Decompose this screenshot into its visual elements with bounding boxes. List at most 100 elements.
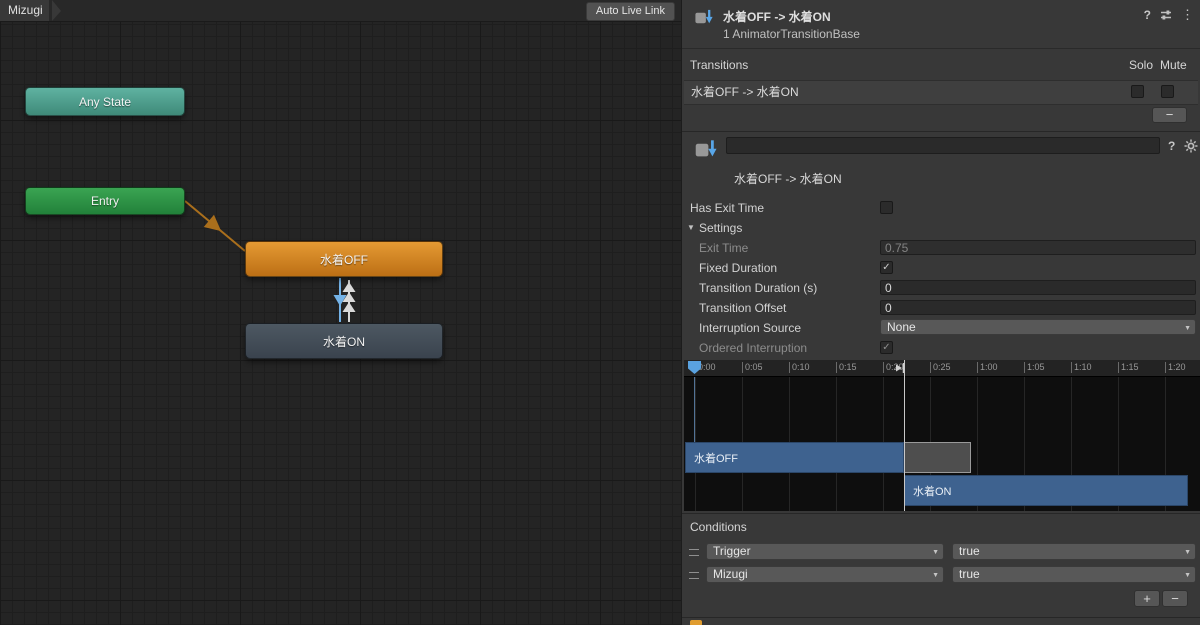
inspector-subtitle: 1 AnimatorTransitionBase xyxy=(723,27,860,41)
divider xyxy=(682,131,1200,132)
unity-animator-window: Any State Entry 水着OFF 水着ON Mizugi Auto L… xyxy=(0,0,1200,625)
inspector-title: 水着OFF -> 水着ON xyxy=(723,10,831,24)
remove-condition-button[interactable]: − xyxy=(1162,590,1188,607)
timeline-bar-label: 水着ON xyxy=(913,485,952,498)
transition-properties: Has Exit Time ▼ Settings Exit Time Fixed… xyxy=(682,198,1200,358)
timeline-tick: 0:15 xyxy=(836,362,857,373)
inspector-header: 水着OFF -> 水着ON 1 AnimatorTransitionBase ?… xyxy=(682,0,1200,49)
timeline-ruler[interactable]: 0:00 0:05 0:10 0:15 0:20 0:25 1:00 1:05 … xyxy=(684,360,1200,377)
gear-icon[interactable] xyxy=(1184,139,1198,153)
node-label: Entry xyxy=(90,194,119,208)
transition-name-field[interactable] xyxy=(726,137,1160,154)
animator-graph-canvas[interactable]: Any State Entry 水着OFF 水着ON Mizugi Auto L… xyxy=(0,0,681,625)
fixed-duration-label: Fixed Duration xyxy=(699,261,778,275)
presets-icon[interactable] xyxy=(1159,8,1173,22)
ordered-interruption-label: Ordered Interruption xyxy=(699,341,808,355)
node-label: 水着OFF xyxy=(320,252,368,267)
transition-offset-label: Transition Offset xyxy=(699,301,787,315)
node-label: Any State xyxy=(78,94,132,109)
transition-duration-label: Transition Duration (s) xyxy=(699,281,818,295)
transition-offset-row: Transition Offset xyxy=(682,298,1200,318)
timeline-tick: 0:05 xyxy=(742,362,763,373)
timeline-tick: 0:10 xyxy=(789,362,810,373)
timeline-bar-label: 水着OFF xyxy=(694,452,738,465)
drag-handle-icon[interactable] xyxy=(689,549,699,556)
breadcrumb-arrow xyxy=(52,0,61,21)
settings-foldout-row[interactable]: ▼ Settings xyxy=(682,218,1200,238)
fixed-duration-row: Fixed Duration xyxy=(682,258,1200,278)
exit-time-label: Exit Time xyxy=(699,241,749,255)
timeline-bar-destination[interactable]: 水着ON xyxy=(904,475,1188,506)
help-icon[interactable]: ? xyxy=(1144,8,1151,22)
timeline-tick: 0:25 xyxy=(930,362,951,373)
timeline-tick: 1:20 xyxy=(1165,362,1186,373)
drag-handle-icon[interactable] xyxy=(689,572,699,579)
dropdown-value: true xyxy=(959,567,980,581)
fixed-duration-checkbox[interactable] xyxy=(880,261,893,274)
node-any-state[interactable]: Any State xyxy=(25,87,185,116)
inspector-panel: 水着OFF -> 水着ON 1 AnimatorTransitionBase ?… xyxy=(681,0,1200,625)
entry-to-default-arrow[interactable] xyxy=(184,200,246,252)
transition-list-row[interactable]: 水着OFF -> 水着ON xyxy=(684,80,1198,105)
exit-time-row: Exit Time xyxy=(682,238,1200,258)
timeline-tick: 1:15 xyxy=(1118,362,1139,373)
timeline-tick: 1:00 xyxy=(977,362,998,373)
next-component-icon xyxy=(690,620,702,625)
breadcrumb-layer[interactable]: Mizugi xyxy=(0,0,49,21)
conditions-section-title: Conditions xyxy=(690,520,747,534)
transition-duration-row: Transition Duration (s) xyxy=(682,278,1200,298)
foldout-arrow-icon[interactable]: ▼ xyxy=(687,223,695,232)
has-exit-time-label: Has Exit Time xyxy=(690,201,765,215)
solo-column-label: Solo xyxy=(1129,58,1154,72)
auto-live-link-button[interactable]: Auto Live Link xyxy=(585,2,675,21)
timeline-transition-region[interactable] xyxy=(904,442,971,473)
mute-column-label: Mute xyxy=(1160,58,1187,72)
transition-end-marker[interactable] xyxy=(893,362,905,374)
transition-timeline[interactable]: 水着OFF 水着ON 0:00 0:05 0:10 0:15 0:20 0:25… xyxy=(684,360,1200,511)
transitions-section-title: Transitions xyxy=(690,58,749,72)
condition-parameter-dropdown[interactable]: Mizugi xyxy=(706,566,944,583)
more-menu-icon[interactable]: ⋮ xyxy=(1181,7,1194,23)
divider xyxy=(682,617,1200,618)
ordered-interruption-checkbox[interactable] xyxy=(880,341,893,354)
has-exit-time-checkbox[interactable] xyxy=(880,201,893,214)
transition-offset-field[interactable] xyxy=(880,300,1196,315)
mute-checkbox[interactable] xyxy=(1161,85,1174,98)
transition-end-line[interactable] xyxy=(904,360,905,511)
settings-label: Settings xyxy=(699,221,743,235)
exit-time-field[interactable] xyxy=(880,240,1196,255)
timeline-tick: 1:10 xyxy=(1071,362,1092,373)
interruption-source-label: Interruption Source xyxy=(699,321,802,335)
node-label: 水着ON xyxy=(322,334,365,349)
animator-transition-icon xyxy=(695,9,713,24)
condition-parameter-dropdown[interactable]: Trigger xyxy=(706,543,944,560)
graph-breadcrumb-bar: Mizugi Auto Live Link xyxy=(0,0,681,22)
reverse-transition-arrowhead xyxy=(342,302,356,312)
timeline-bar-source[interactable]: 水着OFF xyxy=(685,442,904,473)
dropdown-value: Mizugi xyxy=(713,567,748,581)
transition-detail-title: 水着OFF -> 水着ON xyxy=(734,172,842,186)
animator-transition-icon xyxy=(695,140,717,157)
remove-transition-button[interactable]: − xyxy=(1152,107,1187,123)
dropdown-value: true xyxy=(959,544,980,558)
divider xyxy=(682,513,1200,514)
timeline-tick: 1:05 xyxy=(1024,362,1045,373)
ordered-interruption-row: Ordered Interruption xyxy=(682,338,1200,358)
solo-checkbox[interactable] xyxy=(1131,85,1144,98)
has-exit-time-row: Has Exit Time xyxy=(682,198,1200,218)
node-entry[interactable]: Entry xyxy=(25,187,185,215)
reverse-transition-arrowhead xyxy=(342,282,356,292)
node-state-on[interactable]: 水着ON xyxy=(245,323,443,359)
transition-duration-field[interactable] xyxy=(880,280,1196,295)
condition-value-dropdown[interactable]: true xyxy=(952,543,1196,560)
node-state-off[interactable]: 水着OFF xyxy=(245,241,443,277)
condition-value-dropdown[interactable]: true xyxy=(952,566,1196,583)
interruption-source-row: Interruption Source None xyxy=(682,318,1200,338)
interruption-source-dropdown[interactable]: None xyxy=(880,319,1196,335)
dropdown-value: Trigger xyxy=(713,544,751,558)
add-condition-button[interactable]: + xyxy=(1134,590,1160,607)
dropdown-value: None xyxy=(887,320,916,334)
transition-row-label: 水着OFF -> 水着ON xyxy=(691,85,799,99)
playhead-line xyxy=(694,374,695,442)
help-icon[interactable]: ? xyxy=(1168,139,1175,153)
